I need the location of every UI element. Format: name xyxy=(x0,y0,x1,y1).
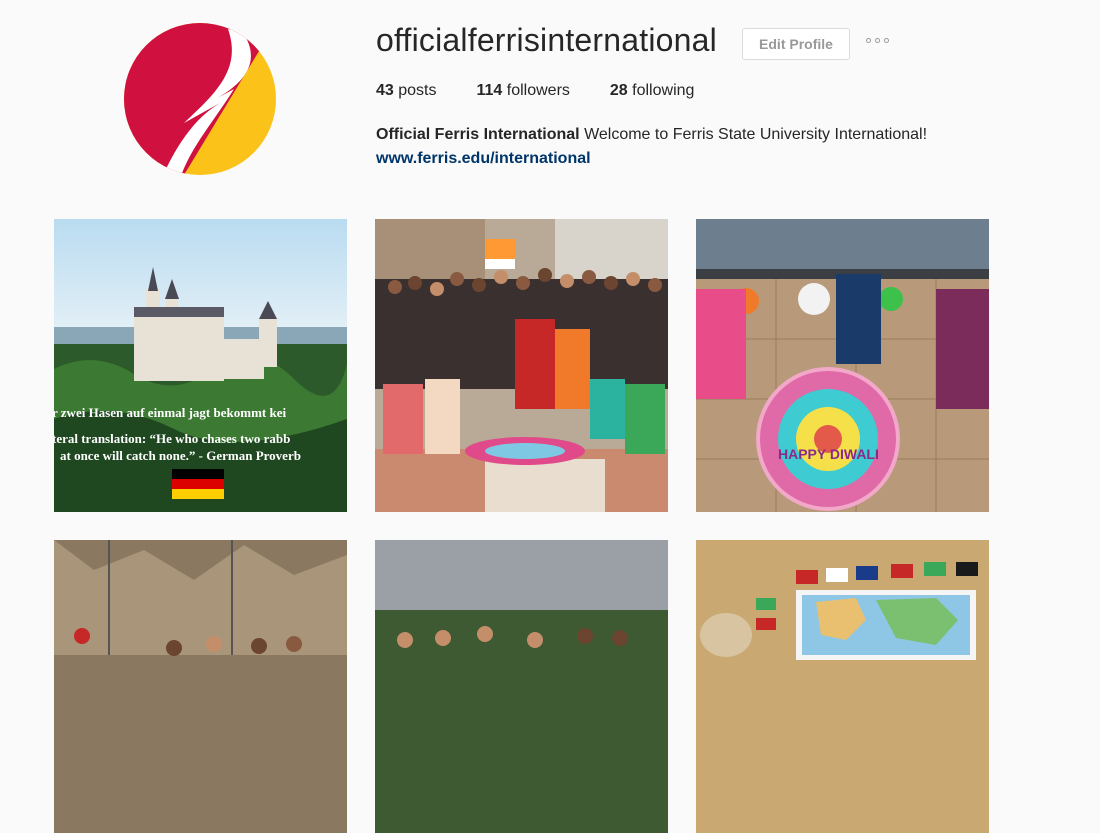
profile-avatar[interactable] xyxy=(124,23,276,175)
proverb-line-3: at once will catch none.” - German Prove… xyxy=(60,448,301,463)
proverb-line-2: teral translation: “He who chases two ra… xyxy=(54,431,290,446)
proverb-line-1: r zwei Hasen auf einmal jagt bekommt kei xyxy=(54,405,286,420)
following-label: following xyxy=(632,82,695,99)
posts-stat: 43 posts xyxy=(376,82,437,100)
followers-label: followers xyxy=(506,82,570,99)
edit-profile-button[interactable]: Edit Profile xyxy=(742,28,850,60)
german-flag-icon xyxy=(172,469,224,499)
followers-stat[interactable]: 114 followers xyxy=(477,82,570,100)
profile-stats: 43 posts 114 followers 28 following xyxy=(376,82,734,100)
followers-count: 114 xyxy=(476,82,503,99)
profile-bio: Official Ferris International Welcome to… xyxy=(376,123,927,171)
climbing-photo xyxy=(54,540,347,833)
world-map-photo xyxy=(696,540,989,833)
dot xyxy=(884,38,889,43)
profile-username: officialferrisinternational xyxy=(376,22,717,58)
following-stat[interactable]: 28 following xyxy=(610,82,695,100)
dot xyxy=(866,38,871,43)
more-options-icon[interactable] xyxy=(864,34,891,47)
bio-link[interactable]: www.ferris.edu/international xyxy=(376,147,927,171)
bio-text: Welcome to Ferris State University Inter… xyxy=(584,126,928,143)
post-climbing-wall[interactable] xyxy=(54,540,347,833)
post-outdoor-group[interactable] xyxy=(375,540,668,833)
castle-photo: r zwei Hasen auf einmal jagt bekommt kei… xyxy=(54,219,347,512)
post-group-photo[interactable] xyxy=(375,219,668,512)
profile-full-name: Official Ferris International xyxy=(376,126,580,143)
rangoli-text: HAPPY DIWALI xyxy=(778,446,879,462)
post-castle[interactable]: r zwei Hasen auf einmal jagt bekommt kei… xyxy=(54,219,347,512)
ferris-logo xyxy=(124,23,276,175)
group-photo xyxy=(375,219,668,512)
posts-count: 43 xyxy=(376,82,394,99)
diwali-photo: HAPPY DIWALI xyxy=(696,219,989,512)
posts-label: posts xyxy=(398,82,437,99)
dot xyxy=(875,38,880,43)
post-diwali-rangoli[interactable]: HAPPY DIWALI xyxy=(696,219,989,512)
post-world-map[interactable] xyxy=(696,540,989,833)
following-count: 28 xyxy=(609,82,628,99)
outdoor-photo xyxy=(375,540,668,833)
